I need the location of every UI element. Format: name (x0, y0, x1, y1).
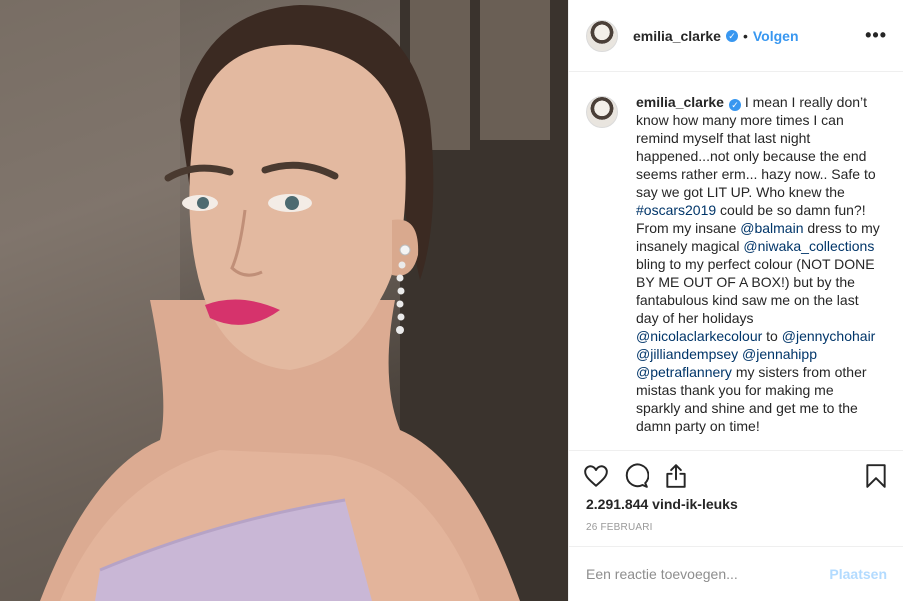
heart-icon[interactable] (583, 463, 609, 489)
caption-avatar[interactable] (586, 96, 618, 128)
mention-link[interactable]: @petraflannery (636, 364, 732, 380)
more-options-icon[interactable]: ••• (865, 25, 887, 46)
mention-link[interactable]: @niwaka_collections (743, 238, 874, 254)
caption-text: to (762, 328, 782, 344)
post-comment-button[interactable]: Plaatsen (829, 566, 887, 582)
mention-link[interactable]: @nicolaclarkecolour (636, 328, 762, 344)
follow-button[interactable]: Volgen (753, 28, 799, 44)
hashtag-link[interactable]: #oscars2019 (636, 202, 716, 218)
comment-form: Plaatsen (569, 546, 903, 601)
post-photo-illustration (0, 0, 568, 601)
caption-username[interactable]: emilia_clarke (636, 94, 724, 110)
verified-badge-icon: ✓ (728, 99, 741, 111)
comments-area[interactable]: emilia_clarke ✓ I mean I really don’t kno… (569, 73, 903, 450)
avatar[interactable] (586, 19, 618, 52)
post-date[interactable]: 26 FEBRUARI (586, 522, 653, 533)
post-caption: emilia_clarke ✓ I mean I really don’t kno… (636, 93, 881, 435)
mention-link[interactable]: @jennychohair (782, 328, 876, 344)
post-header: emilia_clarke ✓ • Volgen ••• (569, 0, 903, 72)
separator-dot: • (742, 27, 748, 44)
comment-input[interactable] (586, 566, 830, 582)
mention-link[interactable]: @jilliandempsey (636, 346, 738, 362)
like-count[interactable]: 2.291.844 vind-ik-leuks (586, 496, 738, 512)
post-sidebar: emilia_clarke ✓ • Volgen ••• emilia_clar… (568, 0, 903, 601)
verified-badge-icon: ✓ (725, 29, 738, 42)
share-icon[interactable] (663, 463, 689, 489)
bookmark-icon[interactable] (863, 463, 889, 489)
caption-text: bling to my perfect colour (NOT DONE BY … (636, 256, 875, 326)
author-username[interactable]: emilia_clarke (633, 28, 721, 44)
comment-icon[interactable] (623, 463, 649, 489)
caption-row: emilia_clarke ✓ I mean I really don’t kno… (586, 93, 887, 435)
post-photo[interactable] (0, 0, 568, 601)
action-bar (569, 450, 903, 501)
mention-link[interactable]: @balmain (740, 220, 803, 236)
mention-link[interactable]: @jennahipp (742, 346, 817, 362)
